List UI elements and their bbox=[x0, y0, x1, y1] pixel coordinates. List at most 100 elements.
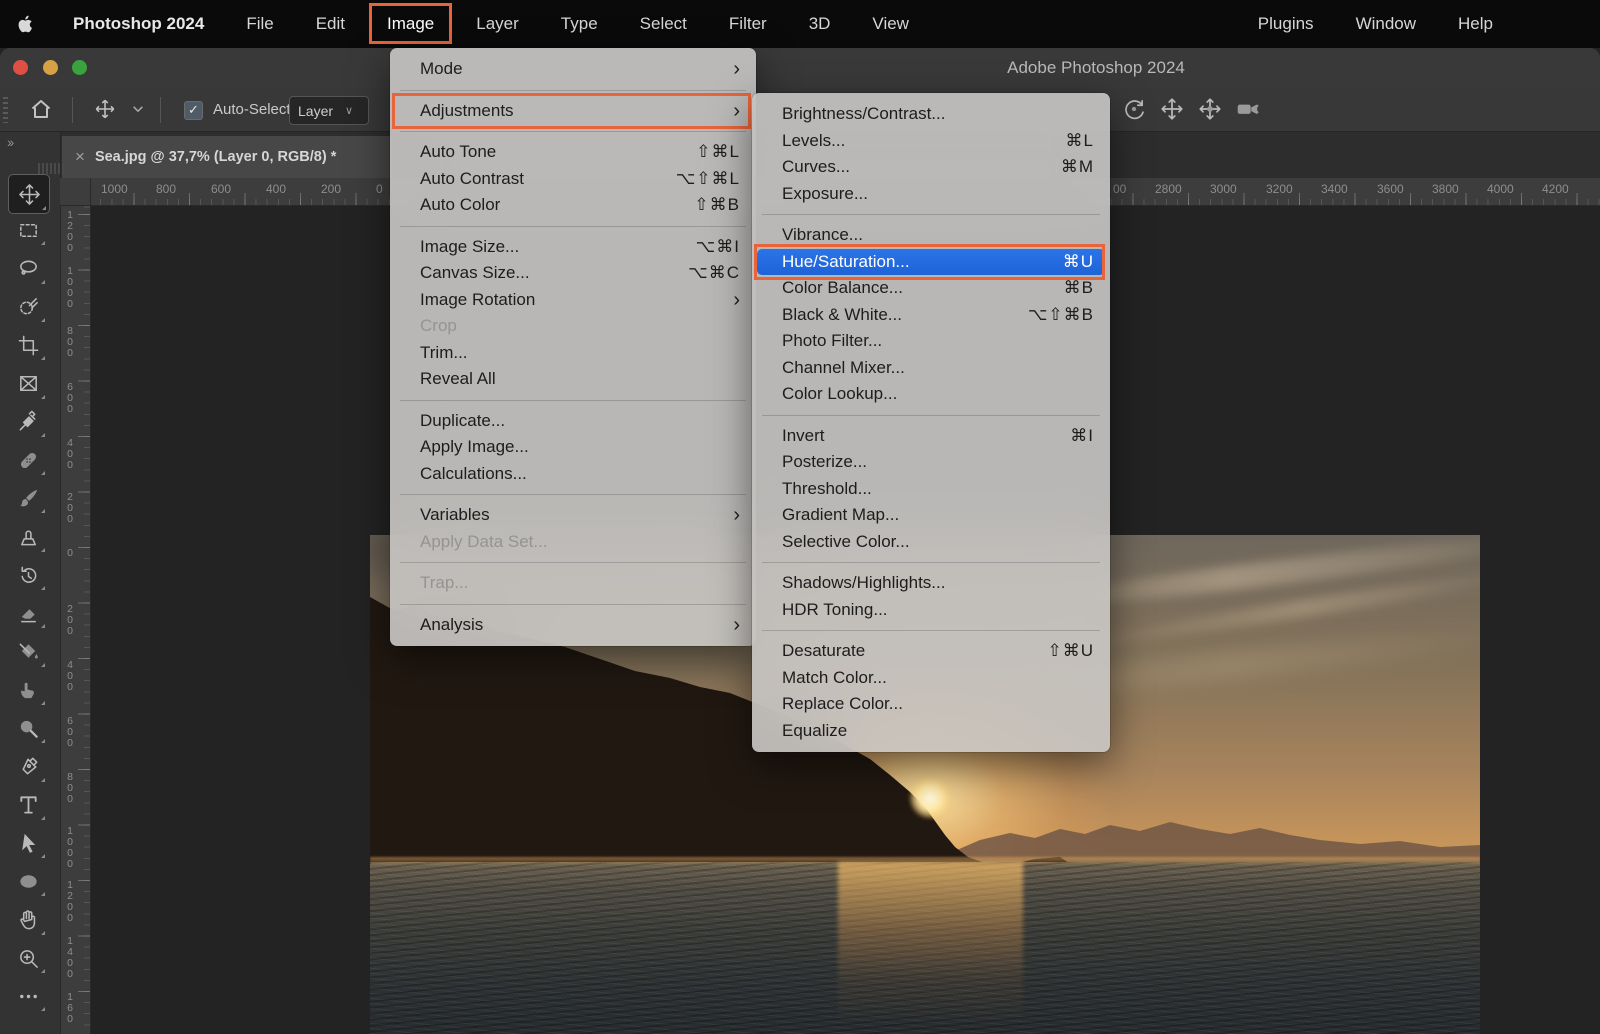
menu-item-curves[interactable]: Curves...⌘M bbox=[752, 154, 1110, 181]
menu-item-label: Selective Color... bbox=[782, 532, 1094, 552]
menubar-item-view[interactable]: View bbox=[851, 0, 930, 48]
menubar-item-3d[interactable]: 3D bbox=[788, 0, 852, 48]
menu-item-black-white[interactable]: Black & White...⌥⇧⌘B bbox=[752, 302, 1110, 329]
menu-item-canvas-size[interactable]: Canvas Size...⌥⌘C bbox=[390, 260, 756, 287]
menu-item-image-rotation[interactable]: Image Rotation› bbox=[390, 287, 756, 314]
menu-item-exposure[interactable]: Exposure... bbox=[752, 181, 1110, 208]
menu-item-brightness-contrast[interactable]: Brightness/Contrast... bbox=[752, 101, 1110, 128]
menu-item-match-color[interactable]: Match Color... bbox=[752, 665, 1110, 692]
chevron-down-icon[interactable] bbox=[125, 96, 151, 122]
tool-lasso[interactable] bbox=[8, 251, 48, 287]
menu-item-color-lookup[interactable]: Color Lookup... bbox=[752, 381, 1110, 408]
tool-more-tools[interactable] bbox=[8, 978, 48, 1014]
menubar-item-plugins[interactable]: Plugins bbox=[1237, 0, 1335, 48]
move-icon bbox=[18, 183, 41, 206]
menu-item-label: HDR Toning... bbox=[782, 600, 1094, 620]
move-tool-preset-icon[interactable] bbox=[92, 96, 118, 122]
tool-path-selection[interactable] bbox=[8, 825, 48, 861]
menu-item-auto-contrast[interactable]: Auto Contrast⌥⇧⌘L bbox=[390, 166, 756, 193]
tool-type[interactable] bbox=[8, 787, 48, 823]
home-icon[interactable] bbox=[28, 96, 54, 122]
menu-item-channel-mixer[interactable]: Channel Mixer... bbox=[752, 355, 1110, 382]
menu-item-replace-color[interactable]: Replace Color... bbox=[752, 691, 1110, 718]
menu-item-photo-filter[interactable]: Photo Filter... bbox=[752, 328, 1110, 355]
move-3d-icon[interactable] bbox=[1197, 96, 1223, 122]
menu-item-duplicate[interactable]: Duplicate... bbox=[390, 408, 756, 435]
menu-item-image-size[interactable]: Image Size...⌥⌘I bbox=[390, 234, 756, 261]
menu-item-mode[interactable]: Mode› bbox=[390, 56, 756, 83]
menu-item-posterize[interactable]: Posterize... bbox=[752, 449, 1110, 476]
menu-item-selective-color[interactable]: Selective Color... bbox=[752, 529, 1110, 556]
tool-crop[interactable] bbox=[8, 327, 48, 363]
menubar-item-filter[interactable]: Filter bbox=[708, 0, 788, 48]
camera-icon[interactable] bbox=[1235, 96, 1261, 122]
menu-item-calculations[interactable]: Calculations... bbox=[390, 461, 756, 488]
maximize-window-button[interactable] bbox=[72, 60, 87, 75]
menu-item-color-balance[interactable]: Color Balance...⌘B bbox=[752, 275, 1110, 302]
tool-pen[interactable] bbox=[8, 749, 48, 785]
options-bar-grip bbox=[3, 97, 8, 123]
tool-frame[interactable] bbox=[8, 366, 48, 402]
toolbar-expand-icon[interactable]: ›› bbox=[7, 134, 12, 150]
menu-item-hue-saturation[interactable]: Hue/Saturation...⌘U bbox=[757, 249, 1105, 276]
menubar-item-help[interactable]: Help bbox=[1437, 0, 1514, 48]
menu-item-adjustments[interactable]: Adjustments› bbox=[390, 98, 756, 125]
menu-item-label: Apply Data Set... bbox=[420, 532, 740, 552]
pan-3d-icon[interactable] bbox=[1159, 96, 1185, 122]
menubar-item-type[interactable]: Type bbox=[540, 0, 619, 48]
menu-item-reveal-all[interactable]: Reveal All bbox=[390, 366, 756, 393]
menu-item-auto-color[interactable]: Auto Color⇧⌘B bbox=[390, 192, 756, 219]
menubar-item-layer[interactable]: Layer bbox=[455, 0, 540, 48]
tool-eyedropper[interactable] bbox=[8, 404, 48, 440]
tool-eraser[interactable] bbox=[8, 595, 48, 631]
menubar-item-photoshop-2024[interactable]: Photoshop 2024 bbox=[52, 0, 225, 48]
tool-ellipse-shape[interactable] bbox=[8, 863, 48, 899]
shortcut-label: ⌥⇧⌘B bbox=[1028, 305, 1094, 325]
menu-item-auto-tone[interactable]: Auto Tone⇧⌘L bbox=[390, 139, 756, 166]
tool-object-selection[interactable] bbox=[8, 289, 48, 325]
tool-zoom[interactable] bbox=[8, 940, 48, 976]
apple-menu-icon[interactable] bbox=[16, 13, 38, 35]
v-ruler-label: 800 bbox=[65, 772, 75, 805]
tool-gradient[interactable] bbox=[8, 634, 48, 670]
tool-history-brush[interactable] bbox=[8, 557, 48, 593]
menu-item-desaturate[interactable]: Desaturate⇧⌘U bbox=[752, 638, 1110, 665]
menu-item-equalize[interactable]: Equalize bbox=[752, 718, 1110, 745]
menu-item-analysis[interactable]: Analysis› bbox=[390, 612, 756, 639]
tool-hand[interactable] bbox=[8, 902, 48, 938]
tool-flyout-corner bbox=[41, 1007, 45, 1011]
minimize-window-button[interactable] bbox=[43, 60, 58, 75]
menubar-item-image[interactable]: Image bbox=[366, 0, 455, 48]
tool-smudge[interactable] bbox=[8, 672, 48, 708]
menubar-item-window[interactable]: Window bbox=[1335, 0, 1437, 48]
menu-item-shadows-highlights[interactable]: Shadows/Highlights... bbox=[752, 570, 1110, 597]
menu-item-threshold[interactable]: Threshold... bbox=[752, 476, 1110, 503]
close-window-button[interactable] bbox=[13, 60, 28, 75]
document-tab-title: Sea.jpg @ 37,7% (Layer 0, RGB/8) * bbox=[95, 149, 336, 165]
auto-select-checkbox[interactable]: ✓ bbox=[184, 101, 203, 120]
menu-item-hdr-toning[interactable]: HDR Toning... bbox=[752, 597, 1110, 624]
tool-rectangular-marquee[interactable] bbox=[8, 212, 48, 248]
tool-dodge[interactable] bbox=[8, 710, 48, 746]
menu-item-trim[interactable]: Trim... bbox=[390, 340, 756, 367]
menu-item-vibrance[interactable]: Vibrance... bbox=[752, 222, 1110, 249]
menu-divider bbox=[400, 494, 746, 495]
menubar-item-select[interactable]: Select bbox=[619, 0, 708, 48]
document-tab[interactable]: × Sea.jpg @ 37,7% (Layer 0, RGB/8) * bbox=[62, 136, 392, 178]
tool-flyout-corner bbox=[41, 509, 45, 513]
menu-item-gradient-map[interactable]: Gradient Map... bbox=[752, 502, 1110, 529]
menu-item-apply-image[interactable]: Apply Image... bbox=[390, 434, 756, 461]
menu-item-label: Trap... bbox=[420, 573, 740, 593]
menubar-item-edit[interactable]: Edit bbox=[295, 0, 366, 48]
menu-item-invert[interactable]: Invert⌘I bbox=[752, 423, 1110, 450]
tool-brush[interactable] bbox=[8, 480, 48, 516]
tool-spot-healing[interactable] bbox=[8, 442, 48, 478]
menu-item-levels[interactable]: Levels...⌘L bbox=[752, 128, 1110, 155]
tool-move[interactable] bbox=[8, 174, 50, 214]
menu-item-variables[interactable]: Variables› bbox=[390, 502, 756, 529]
menubar-item-file[interactable]: File bbox=[225, 0, 294, 48]
tool-clone-stamp[interactable] bbox=[8, 519, 48, 555]
auto-select-target-dropdown[interactable]: Layer ∨ bbox=[289, 96, 369, 125]
orbit-3d-icon[interactable] bbox=[1121, 96, 1147, 122]
close-tab-icon[interactable]: × bbox=[75, 147, 85, 167]
